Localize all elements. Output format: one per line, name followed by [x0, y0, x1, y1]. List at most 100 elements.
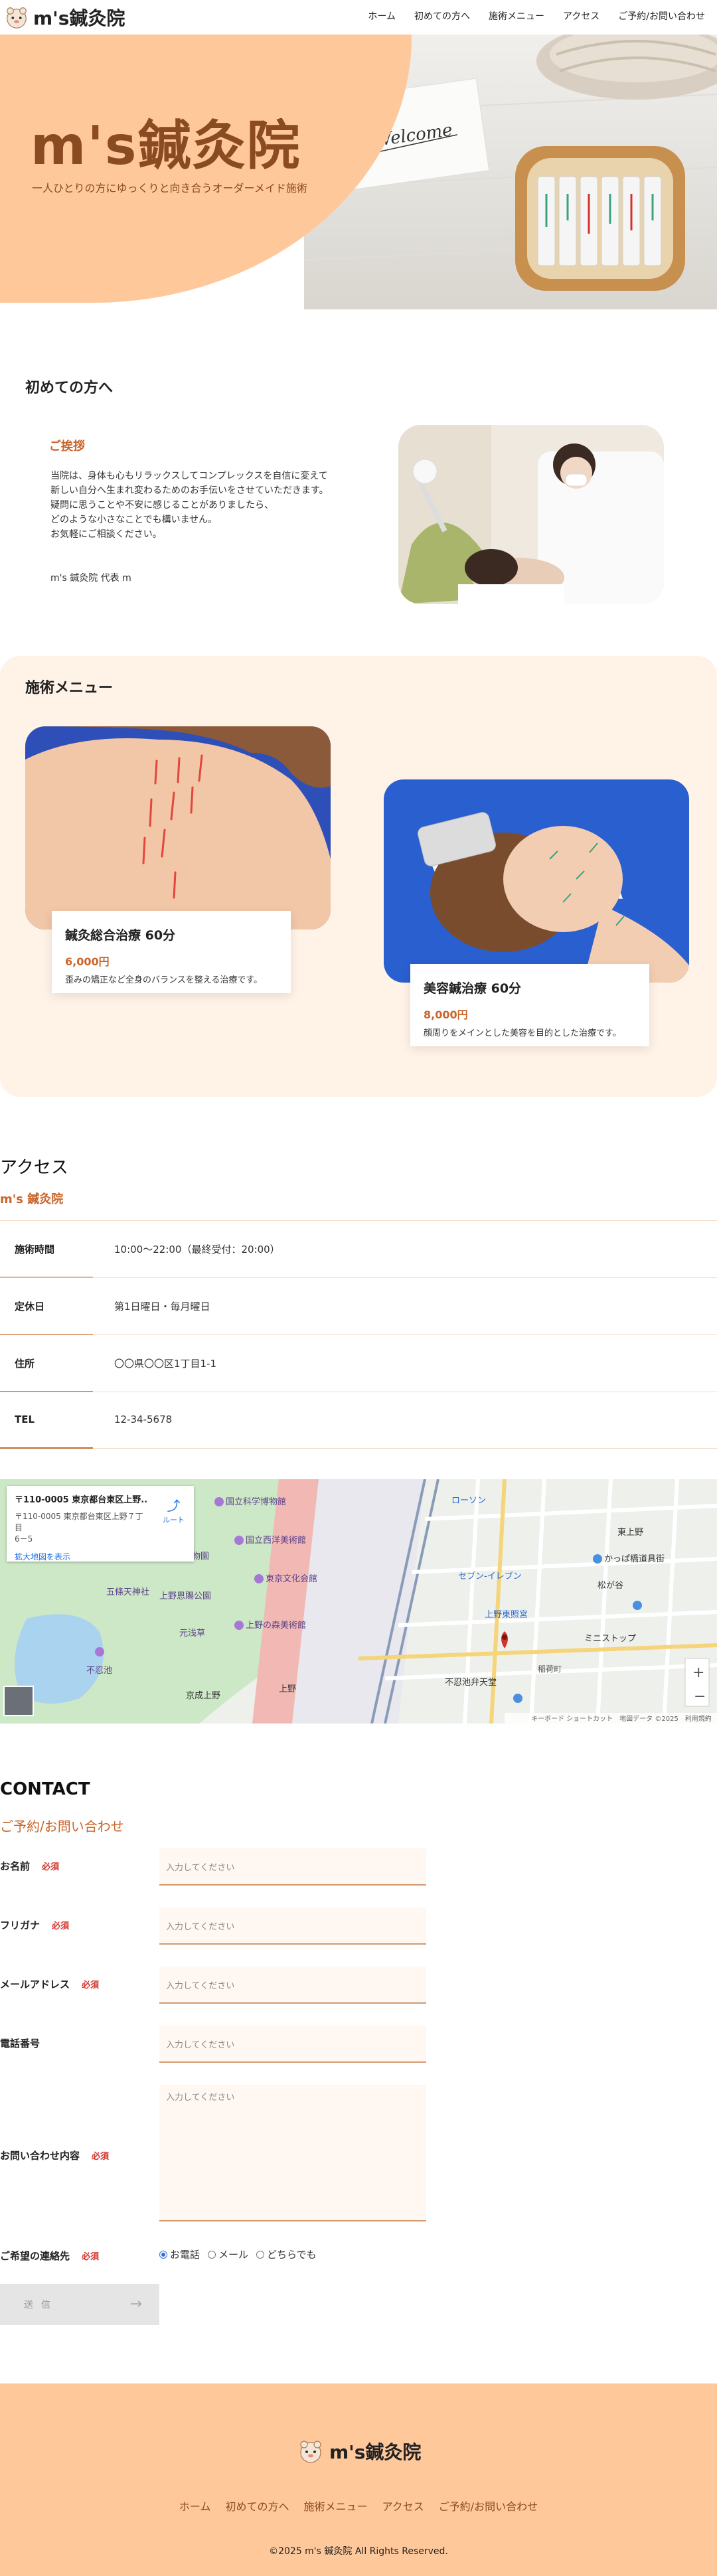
field-label-contact-method: ご希望の連絡先 必須	[0, 2250, 100, 2262]
info-value: 12-34-5678	[114, 1413, 173, 1425]
hero-title: m's鍼灸院	[31, 115, 301, 177]
footer-nav-contact[interactable]: ご予約/お問い合わせ	[439, 2498, 538, 2514]
place-address: 〒110-0005 東京都台東区上野７丁目	[15, 1512, 143, 1532]
radio-dot	[256, 2250, 265, 2259]
row-accent-line	[0, 1447, 93, 1449]
footer-nav-menu[interactable]: 施術メニュー	[303, 2498, 367, 2514]
map-attribution: キーボード ショートカット 地図データ ©2025 利用規約	[531, 1714, 712, 1723]
intro-title: 初めての方へ	[25, 380, 114, 396]
nav-access[interactable]: アクセス	[563, 9, 599, 23]
field-label-message: お問い合わせ内容 必須	[0, 2150, 110, 2162]
place-title: 〒110-0005 東京都台東区上野...	[15, 1495, 147, 1505]
field-label-email: メールアドレス 必須	[0, 1978, 100, 1990]
footer-logo[interactable]: m's鍼灸院	[297, 2438, 421, 2464]
menu-item-price: 6,000円	[65, 955, 110, 968]
info-row: TEL 12-34-5678	[0, 1392, 717, 1449]
map-label: 上野の森美術館	[246, 1621, 306, 1631]
site-header: m's鍼灸院 ホーム 初めての方へ 施術メニュー アクセス ご予約/お問い合わせ	[0, 0, 717, 35]
menu-item-price: 8,000円	[424, 1008, 468, 1021]
acupuncture-back-photo	[25, 726, 331, 929]
svg-text:−: −	[694, 1688, 706, 1705]
map-label: 東京文化会館	[266, 1573, 317, 1584]
radio-dot	[208, 2250, 216, 2259]
menu-item-name: 美容鍼治療 60分	[424, 981, 522, 996]
directions-label: ルート	[163, 1516, 185, 1524]
info-value: 第1日曜日・毎月曜日	[114, 1301, 210, 1313]
submit-button[interactable]: 送信 →	[0, 2284, 159, 2325]
greeting-signature: m's 鍼灸院 代表 m	[50, 573, 131, 584]
contact-subtitle: ご予約/お問い合わせ	[0, 1818, 124, 1834]
map-label: 上野	[279, 1684, 296, 1694]
footer-nav-access[interactable]: アクセス	[382, 2498, 424, 2514]
map-label: 不忍池弁天堂	[445, 1678, 497, 1688]
larger-map-link[interactable]: 拡大地図を表示	[15, 1551, 186, 1562]
map-label: 上野東照宮	[485, 1609, 528, 1620]
radio-phone[interactable]: お電話	[159, 2247, 200, 2261]
svg-text:+: +	[692, 1664, 704, 1681]
info-row: 定休日 第1日曜日・毎月曜日	[0, 1277, 717, 1335]
nav-contact[interactable]: ご予約/お問い合わせ	[618, 9, 705, 23]
map-label: 松が谷	[598, 1581, 623, 1591]
footer-nav-first-visit[interactable]: 初めての方へ	[225, 2498, 289, 2514]
access-subtitle: m's 鍼灸院	[0, 1192, 64, 1206]
map-embed[interactable]: 国立科学博物館 国立西洋美術館 東京文化会館 上野恩賜公園 上野の森美術館 不忍…	[0, 1479, 717, 1724]
info-value: 〇〇県〇〇区1丁目1-1	[114, 1358, 217, 1370]
map-label: 五條天神社	[106, 1587, 149, 1597]
footer-logo-text: m's鍼灸院	[329, 2441, 422, 2463]
mascot-icon	[7, 7, 27, 29]
map-label: 東上野	[617, 1527, 643, 1538]
greeting-heading: ご挨拶	[49, 440, 85, 453]
menu-item-desc: 歪みの矯正など全身のバランスを整える治療です。	[65, 975, 263, 985]
submit-label: 送信	[24, 2300, 58, 2310]
map-label: 上野恩賜公園	[159, 1591, 211, 1601]
radio-dot	[159, 2250, 167, 2259]
nav-menu[interactable]: 施術メニュー	[489, 9, 544, 23]
site-footer: m's鍼灸院 ホーム 初めての方へ 施術メニュー アクセス ご予約/お問い合わせ…	[0, 2383, 717, 2576]
info-row: 住所 〇〇県〇〇区1丁目1-1	[0, 1334, 717, 1392]
map-label: 京成上野	[186, 1691, 220, 1701]
map-label: 不忍池	[86, 1666, 112, 1676]
main-nav: ホーム 初めての方へ 施術メニュー アクセス ご予約/お問い合わせ	[368, 9, 705, 23]
info-key: 住所	[15, 1358, 35, 1370]
info-key: 施術時間	[15, 1244, 55, 1255]
radio-either[interactable]: どちらでも	[256, 2247, 317, 2261]
email-input[interactable]: 入力してください	[159, 1967, 426, 2004]
field-label-phone: 電話番号	[0, 2038, 40, 2050]
info-key: 定休日	[15, 1301, 45, 1313]
copyright: ©2025 m's 鍼灸院 All Rights Reserved.	[269, 2546, 448, 2557]
menu-card[interactable]: 鍼灸総合治療 60分 6,000円 歪みの矯正など全身のバランスを整える治療です…	[52, 911, 291, 993]
site-logo[interactable]: m's鍼灸院	[4, 4, 125, 31]
name-input[interactable]: 入力してください	[159, 1848, 426, 1886]
map-place-card: 〒110-0005 東京都台東区上野... 〒110-0005 東京都台東区上野…	[7, 1486, 194, 1562]
map-label: 国立科学博物館	[226, 1496, 286, 1507]
access-title: アクセス	[0, 1158, 68, 1178]
furigana-input[interactable]: 入力してください	[159, 1907, 426, 1945]
nav-home[interactable]: ホーム	[368, 9, 396, 23]
message-textarea[interactable]: 入力してください	[159, 2085, 426, 2221]
map-label: かっぱ橋道具街	[604, 1554, 665, 1564]
footer-nav: ホーム 初めての方へ 施術メニュー アクセス ご予約/お問い合わせ	[0, 2498, 717, 2514]
beauty-acupuncture-photo	[384, 779, 689, 983]
map-label: セブン-イレブン	[458, 1571, 522, 1581]
radio-email[interactable]: メール	[208, 2247, 248, 2261]
field-label-name: お名前 必須	[0, 1860, 60, 1872]
menu-card[interactable]: 美容鍼治療 60分 8,000円 顔周りをメインとした美容を目的とした治療です。	[410, 964, 649, 1046]
contact-title: CONTACT	[0, 1779, 90, 1799]
map-label: ローソン	[451, 1496, 486, 1506]
field-label-furigana: フリガナ 必須	[0, 1919, 70, 1931]
greeting-line: 新しい自分へ生まれ変わるためのお手伝いをさせていただきます。	[50, 485, 329, 496]
place-address-2: 6－5	[15, 1534, 33, 1544]
map-label: ミニストップ	[584, 1634, 636, 1644]
directions-button[interactable]: ⤴ ルート	[163, 1495, 185, 1525]
nav-first-visit[interactable]: 初めての方へ	[414, 9, 470, 23]
treatment-photo	[398, 425, 664, 604]
footer-nav-home[interactable]: ホーム	[179, 2498, 211, 2514]
menu-title: 施術メニュー	[25, 680, 114, 696]
map-label: 元浅草	[179, 1629, 205, 1639]
greeting-line: 当院は、身体も心もリラックスしてコンプレックスを自信に変えて	[50, 471, 328, 481]
hero-subtitle: 一人ひとりの方にゆっくりと向き合うオーダーメイド施術	[32, 182, 307, 195]
arrow-right-icon: →	[129, 2296, 142, 2312]
menu-item-desc: 顔周りをメインとした美容を目的とした治療です。	[424, 1028, 621, 1038]
phone-input[interactable]: 入力してください	[159, 2026, 426, 2063]
info-row: 施術時間 10:00〜22:00（最終受付：20:00）	[0, 1220, 717, 1278]
